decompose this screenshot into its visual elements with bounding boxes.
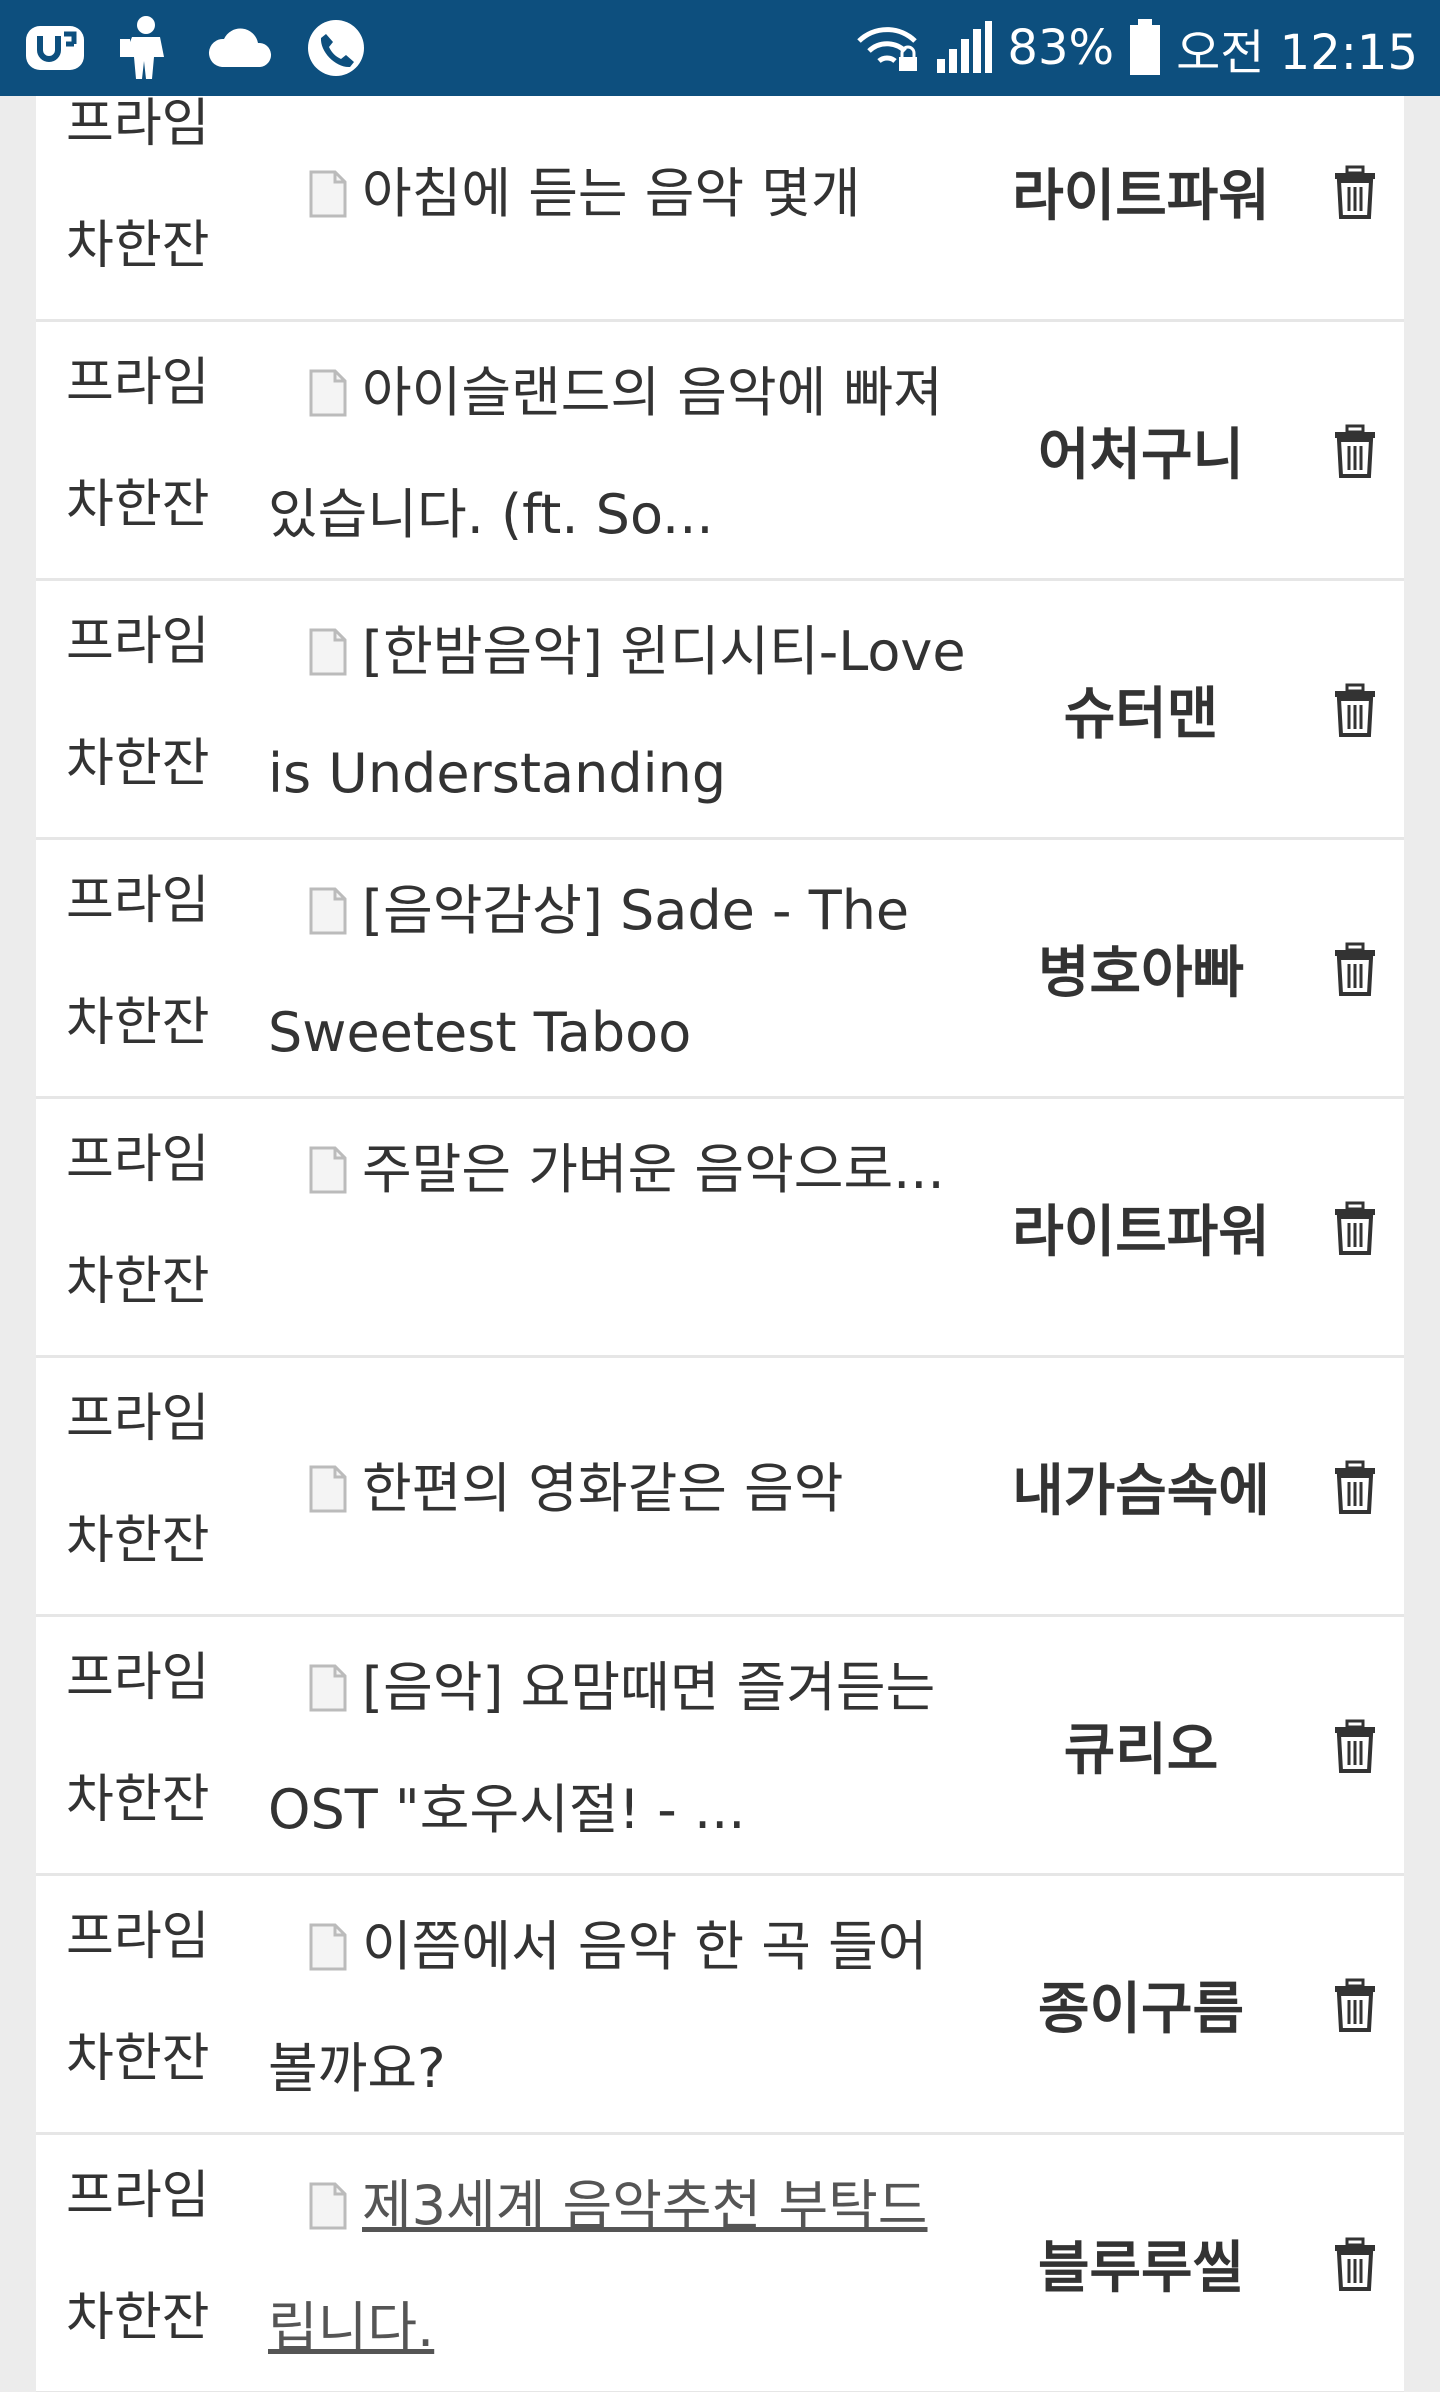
game-character-icon [116, 13, 176, 83]
post-title: 아이슬랜드의 음악에 빠져 있습니다. (ft. So... [268, 361, 943, 546]
board-category: 프라임 차한잔 [66, 1876, 226, 2120]
battery-icon [1128, 19, 1162, 77]
post-title: 아침에 듣는 음악 몇개 [362, 162, 861, 225]
document-icon [309, 628, 347, 676]
trash-icon[interactable] [1329, 165, 1381, 221]
post-title-link[interactable]: 주말은 가벼운 음악으로... [268, 1109, 968, 1231]
category-line: 프라임 [66, 1130, 210, 1190]
document-icon [309, 369, 347, 417]
board-category: 프라임 차한잔 [66, 96, 226, 307]
board-category: 프라임 차한잔 [66, 2135, 226, 2379]
trash-icon[interactable] [1329, 1719, 1381, 1775]
category-line: 차한잔 [66, 1770, 210, 1830]
category-line: 프라임 [66, 1907, 210, 1967]
post-author[interactable]: 내가슴속에 [966, 1358, 1316, 1614]
list-item[interactable]: 프라임 차한잔 [음악] 요맘때면 즐겨듣는 OST "호우시절! - ... … [36, 1617, 1404, 1876]
board-category: 프라임 차한잔 [66, 1099, 226, 1343]
category-line: 차한잔 [66, 1252, 210, 1312]
post-list: 프라임 차한잔 아침에 듣는 음악 몇개 라이트파워 프라임 차한잔 아이슬랜드… [36, 96, 1404, 2392]
category-line: 프라임 [66, 353, 210, 413]
list-item[interactable]: 프라임 차한잔 한편의 영화같은 음악 내가슴속에 [36, 1358, 1404, 1617]
post-author[interactable]: 어처구니 [966, 322, 1316, 578]
category-line: 차한잔 [66, 475, 210, 535]
board-category: 프라임 차한잔 [66, 840, 226, 1084]
post-author[interactable]: 병호아빠 [966, 840, 1316, 1096]
status-bar: 83% 오전 12:15 [0, 0, 1440, 96]
trash-icon[interactable] [1329, 1460, 1381, 1516]
category-line: 차한잔 [66, 2029, 210, 2089]
board-category: 프라임 차한잔 [66, 581, 226, 825]
post-title: [한밤음악] 윈디시티-Love is Understanding [268, 620, 966, 805]
post-title: [음악감상] Sade - The Sweetest Taboo [268, 879, 910, 1064]
category-line: 차한잔 [66, 1511, 210, 1571]
list-item[interactable]: 프라임 차한잔 아침에 듣는 음악 몇개 라이트파워 [36, 96, 1404, 322]
category-line: 프라임 [66, 871, 210, 931]
list-item[interactable]: 프라임 차한잔 주말은 가벼운 음악으로... 라이트파워 [36, 1099, 1404, 1358]
post-title: [음악] 요맘때면 즐겨듣는 OST "호우시절! - ... [268, 1656, 936, 1841]
category-line: 차한잔 [66, 2288, 210, 2348]
board-category: 프라임 차한잔 [66, 1358, 226, 1602]
post-title-link[interactable]: [음악] 요맘때면 즐겨듣는 OST "호우시절! - ... [268, 1627, 968, 1871]
category-line: 프라임 [66, 1389, 210, 1449]
battery-percent: 83% [1007, 20, 1115, 76]
wifi-lock-icon [855, 21, 921, 75]
board-category: 프라임 차한잔 [66, 322, 226, 566]
post-author[interactable]: 큐리오 [966, 1617, 1316, 1873]
category-line: 차한잔 [66, 216, 210, 276]
post-author[interactable]: 슈터맨 [966, 581, 1316, 837]
post-title: 이쯤에서 음악 한 곡 들어볼까요? [268, 1915, 928, 2100]
post-title: 한편의 영화같은 음악 [362, 1457, 844, 1520]
document-icon [309, 1664, 347, 1712]
document-icon [309, 887, 347, 935]
list-item[interactable]: 프라임 차한잔 [한밤음악] 윈디시티-Love is Understandin… [36, 581, 1404, 840]
category-line: 프라임 [66, 2166, 210, 2226]
trash-icon[interactable] [1329, 1201, 1381, 1257]
post-author[interactable]: 블루루씰 [966, 2135, 1316, 2391]
post-title-link[interactable]: 아이슬랜드의 음악에 빠져 있습니다. (ft. So... [268, 332, 968, 576]
trash-icon[interactable] [1329, 1978, 1381, 2034]
post-title-link[interactable]: 아침에 듣는 음악 몇개 [268, 133, 968, 255]
document-icon [309, 1465, 347, 1513]
post-author[interactable]: 라이트파워 [966, 96, 1316, 319]
carrier-logo-icon [22, 18, 88, 78]
post-title-link[interactable]: 한편의 영화같은 음악 [268, 1428, 968, 1550]
category-line: 프라임 [66, 1648, 210, 1708]
trash-icon[interactable] [1329, 942, 1381, 998]
signal-bars-icon [935, 21, 993, 75]
category-line: 차한잔 [66, 993, 210, 1053]
document-icon [309, 2182, 347, 2230]
document-icon [309, 1923, 347, 1971]
board-category: 프라임 차한잔 [66, 1617, 226, 1861]
cloud-icon [204, 23, 278, 73]
post-title-link[interactable]: [한밤음악] 윈디시티-Love is Understanding [268, 591, 968, 835]
clock: 오전 12:15 [1176, 25, 1418, 81]
post-title-link[interactable]: [음악감상] Sade - The Sweetest Taboo [268, 850, 968, 1094]
list-item[interactable]: 프라임 차한잔 이쯤에서 음악 한 곡 들어볼까요? 종이구름 [36, 1876, 1404, 2135]
phone-call-icon [306, 18, 366, 78]
category-line: 차한잔 [66, 734, 210, 794]
trash-icon[interactable] [1329, 2237, 1381, 2293]
post-title-link[interactable]: 이쯤에서 음악 한 곡 들어볼까요? [268, 1886, 968, 2130]
category-line: 프라임 [66, 96, 210, 154]
post-author[interactable]: 종이구름 [966, 1876, 1316, 2132]
document-icon [309, 1146, 347, 1194]
post-title-link[interactable]: 제3세계 음악추천 부탁드립니다. [268, 2145, 968, 2389]
document-icon [309, 170, 347, 218]
trash-icon[interactable] [1329, 683, 1381, 739]
category-line: 프라임 [66, 612, 210, 672]
list-item[interactable]: 프라임 차한잔 [음악감상] Sade - The Sweetest Taboo… [36, 840, 1404, 1099]
list-item[interactable]: 프라임 차한잔 아이슬랜드의 음악에 빠져 있습니다. (ft. So... 어… [36, 322, 1404, 581]
post-author[interactable]: 라이트파워 [966, 1099, 1316, 1355]
trash-icon[interactable] [1329, 424, 1381, 480]
list-item[interactable]: 프라임 차한잔 제3세계 음악추천 부탁드립니다. 블루루씰 [36, 2135, 1404, 2392]
post-title: 주말은 가벼운 음악으로... [362, 1138, 945, 1201]
post-title: 제3세계 음악추천 부탁드립니다. [268, 2174, 928, 2359]
